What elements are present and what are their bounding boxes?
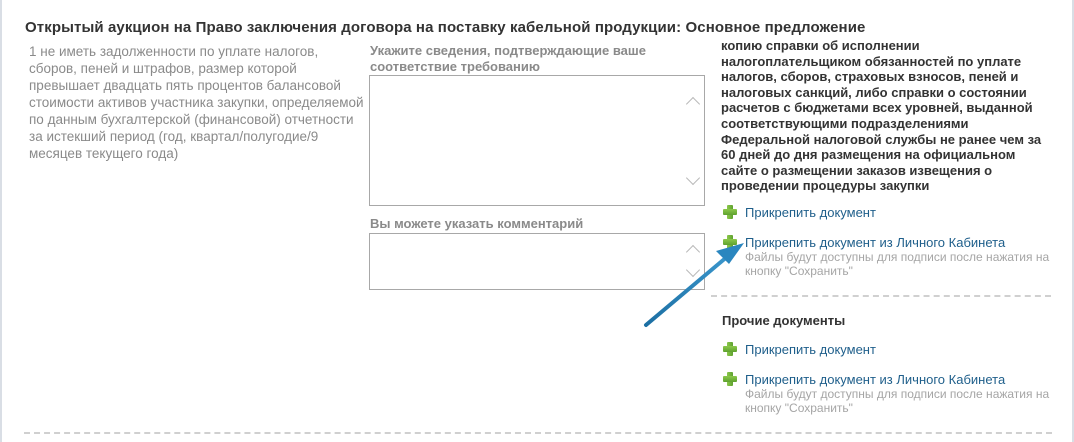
attach-document-label[interactable]: Прикрепить документ bbox=[745, 205, 876, 220]
divider bbox=[711, 295, 1051, 297]
other-attach-from-cabinet-link[interactable]: Прикрепить документ из Личного Кабинета bbox=[722, 371, 1005, 387]
plus-icon bbox=[722, 341, 738, 357]
chevron-up-icon[interactable] bbox=[685, 94, 701, 112]
attach-from-cabinet-link[interactable]: Прикрепить документ из Личного Кабинета bbox=[722, 234, 1005, 250]
comment-textarea[interactable] bbox=[369, 233, 705, 290]
section-divider bbox=[24, 432, 1052, 434]
other-attach-from-cabinet-label[interactable]: Прикрепить документ из Личного Кабинета bbox=[745, 372, 1005, 387]
chevron-down-icon[interactable] bbox=[685, 170, 701, 188]
attach-from-cabinet-label[interactable]: Прикрепить документ из Личного Кабинета bbox=[745, 235, 1005, 250]
other-attach-document-label[interactable]: Прикрепить документ bbox=[745, 342, 876, 357]
chevron-up-icon[interactable] bbox=[685, 242, 701, 260]
section-title: Открытый аукцион на Право заключения дог… bbox=[25, 19, 866, 36]
evidence-textarea[interactable] bbox=[369, 75, 705, 206]
documents-hint: копию справки об исполнении налогоплател… bbox=[721, 38, 1042, 194]
plus-icon bbox=[722, 204, 738, 220]
comment-label: Вы можете указать комментарий bbox=[370, 216, 584, 231]
evidence-label: Укажите сведения, подтверждающие ваше со… bbox=[370, 43, 646, 74]
other-attach-document-link[interactable]: Прикрепить документ bbox=[722, 341, 876, 357]
signature-note: Файлы будут доступны для подписи после н… bbox=[745, 250, 1050, 278]
other-documents-title: Прочие документы bbox=[722, 313, 846, 328]
chevron-down-icon[interactable] bbox=[685, 262, 701, 280]
other-signature-note: Файлы будут доступны для подписи после н… bbox=[745, 387, 1050, 415]
attach-document-link[interactable]: Прикрепить документ bbox=[722, 204, 876, 220]
plus-icon bbox=[722, 234, 738, 250]
requirement-text: 1 не иметь задолженности по уплате налог… bbox=[29, 44, 364, 161]
plus-icon bbox=[722, 371, 738, 387]
